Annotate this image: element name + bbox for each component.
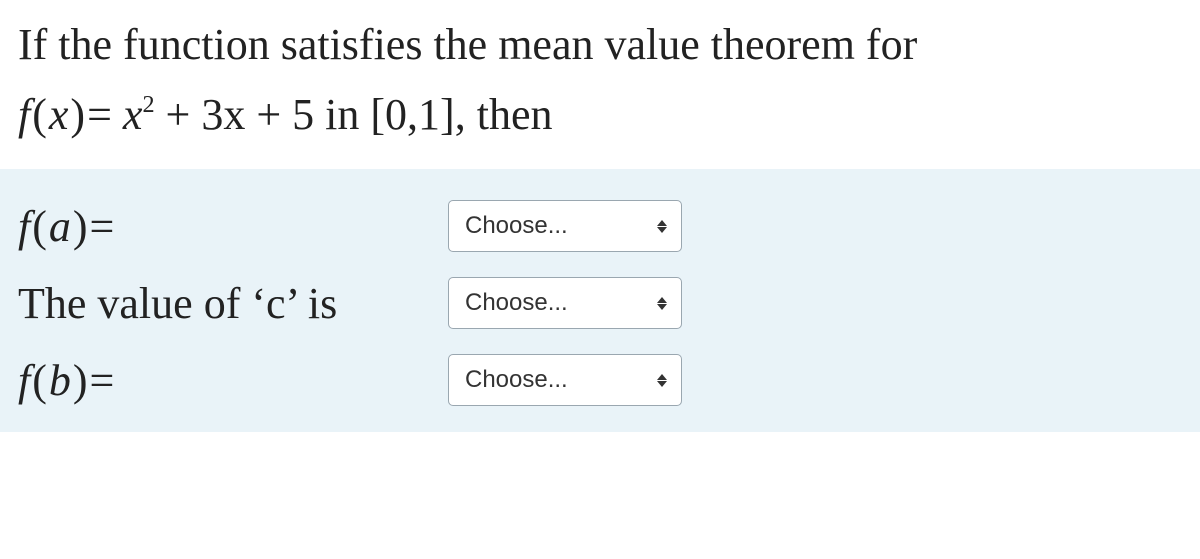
label-c: The value of ‘c’ is	[18, 276, 448, 331]
select-fb[interactable]: Choose...	[448, 354, 682, 406]
row-fb: f(b)= Choose...	[18, 353, 1200, 408]
answers-block: f(a)= Choose... The value of ‘c’ is Choo…	[0, 169, 1200, 432]
question-text-1: If the function satisfies the mean value…	[18, 20, 917, 69]
label-fa: f(a)=	[18, 199, 448, 254]
up-down-caret-icon	[657, 220, 667, 233]
select-fa-value: Choose...	[465, 212, 568, 240]
row-c: The value of ‘c’ is Choose...	[18, 276, 1200, 331]
question-stem: If the function satisfies the mean value…	[0, 0, 1200, 169]
label-fb: f(b)=	[18, 353, 448, 408]
select-fb-value: Choose...	[465, 366, 568, 394]
question-formula: f(x)= x2 + 3x + 5	[18, 90, 325, 139]
select-c-value: Choose...	[465, 289, 568, 317]
row-fa: f(a)= Choose...	[18, 199, 1200, 254]
question-then: , then	[455, 90, 553, 139]
select-c[interactable]: Choose...	[448, 277, 682, 329]
up-down-caret-icon	[657, 374, 667, 387]
question-line-2: f(x)= x2 + 3x + 5 in [0,1], then	[18, 80, 1200, 150]
question-line-1: If the function satisfies the mean value…	[18, 10, 1200, 80]
question-in: in	[325, 90, 370, 139]
select-fa[interactable]: Choose...	[448, 200, 682, 252]
question-interval: [0,1]	[370, 90, 454, 139]
up-down-caret-icon	[657, 297, 667, 310]
